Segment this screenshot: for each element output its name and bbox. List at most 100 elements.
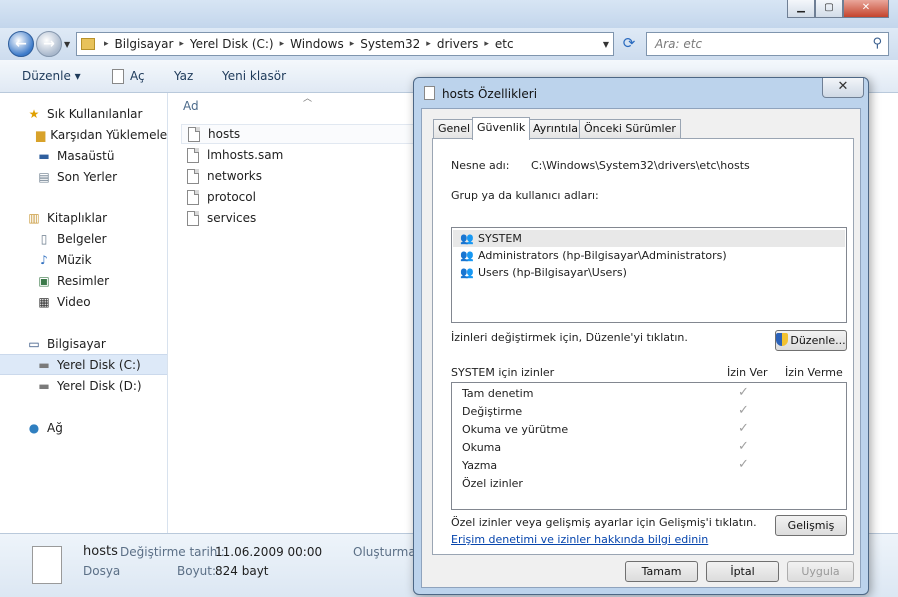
nav-desktop[interactable]: ▬ Masaüstü: [0, 145, 167, 166]
user-row-administrators[interactable]: 👥 Administrators (hp-Bilgisayar\Administr…: [453, 247, 845, 264]
cancel-button[interactable]: İptal: [706, 561, 779, 582]
print-button[interactable]: Yaz: [174, 69, 193, 83]
breadcrumb-separator[interactable]: ▸: [347, 39, 358, 49]
file-icon: [424, 86, 435, 100]
security-tab-panel: Nesne adı: C:\Windows\System32\drivers\e…: [432, 138, 854, 555]
file-item[interactable]: networks: [181, 166, 421, 186]
user-row-users[interactable]: 👥 Users (hp-Bilgisayar\Users): [453, 264, 845, 281]
permissions-list[interactable]: Tam denetim ✓ Değiştirme ✓ Okuma ve yürü…: [451, 382, 847, 510]
maximize-button[interactable]: ▢: [815, 0, 843, 18]
breadcrumb-separator[interactable]: ▸: [481, 39, 492, 49]
open-button[interactable]: Aç: [130, 69, 145, 83]
permission-name: Özel izinler: [462, 477, 523, 490]
breadcrumb-drive-c[interactable]: Yerel Disk (C:): [187, 37, 277, 51]
nav-computer[interactable]: ▭ Bilgisayar: [0, 333, 167, 354]
back-button[interactable]: ←: [8, 31, 34, 57]
permission-row: Tam denetim ✓: [452, 385, 846, 403]
breadcrumb-separator[interactable]: ▸: [277, 39, 288, 49]
close-button[interactable]: ✕: [843, 0, 889, 18]
file-item[interactable]: protocol: [181, 187, 421, 207]
ok-button[interactable]: Tamam: [625, 561, 698, 582]
organize-button[interactable]: Düzenle ▾: [22, 69, 81, 83]
details-size-value: 824 bayt: [215, 564, 269, 578]
explorer-titlebar: ▁ ▢ ✕: [0, 0, 898, 28]
nav-drive-c[interactable]: ▬ Yerel Disk (C:): [0, 354, 167, 375]
refresh-icon[interactable]: ⟳: [618, 34, 640, 54]
nav-label: Belgeler: [57, 231, 107, 246]
downloads-folder-icon: ▆: [36, 127, 46, 142]
file-name: hosts: [208, 127, 241, 141]
permission-name: Yazma: [462, 459, 498, 472]
details-created-label: Oluşturma: [353, 545, 416, 559]
breadcrumb-separator[interactable]: ▸: [101, 39, 112, 49]
breadcrumb-separator[interactable]: ▸: [423, 39, 434, 49]
allow-column-header: İzin Ver: [727, 366, 768, 379]
dialog-body: Genel Güvenlik Ayrıntılar Önceki Sürümle…: [421, 108, 861, 588]
column-header-name[interactable]: Ad: [183, 99, 199, 113]
back-arrow-icon: ←: [15, 36, 27, 52]
music-icon: ♪: [40, 252, 48, 267]
permission-name: Okuma: [462, 441, 502, 454]
minimize-button[interactable]: ▁: [787, 0, 815, 18]
permission-row: Okuma ✓: [452, 439, 846, 457]
users-icon: 👥: [460, 231, 474, 245]
documents-icon: ▯: [40, 231, 48, 246]
breadcrumb-drivers[interactable]: drivers: [434, 37, 482, 51]
tab-general[interactable]: Genel: [433, 119, 476, 138]
recent-pages-dropdown[interactable]: ▼: [64, 40, 70, 49]
user-list[interactable]: 👥 SYSTEM 👥 Administrators (hp-Bilgisayar\A…: [451, 227, 847, 323]
forward-button[interactable]: →: [36, 31, 62, 57]
nav-video[interactable]: ▦ Video: [0, 291, 167, 312]
nav-favorites[interactable]: ★ Sık Kullanılanlar: [0, 103, 167, 124]
navigation-pane: ★ Sık Kullanılanlar ▆ Karşıdan Yüklemeler …: [0, 93, 168, 533]
breadcrumb-etc[interactable]: etc: [492, 37, 517, 51]
nav-label: Ağ: [47, 420, 63, 435]
nav-label: Resimler: [57, 273, 110, 288]
search-input[interactable]: Ara: etc ⚲: [646, 32, 889, 56]
forward-arrow-icon: →: [43, 36, 55, 52]
user-name: Administrators (hp-Bilgisayar\Administra…: [478, 249, 727, 262]
nav-label: Masaüstü: [57, 148, 115, 163]
apply-button[interactable]: Uygula: [787, 561, 854, 582]
dialog-close-button[interactable]: ✕: [822, 78, 864, 98]
edit-permissions-button[interactable]: Düzenle...: [775, 330, 847, 351]
breadcrumb-separator[interactable]: ▸: [176, 39, 187, 49]
advanced-button[interactable]: Gelişmiş: [775, 515, 847, 536]
new-folder-button[interactable]: Yeni klasör: [222, 69, 286, 83]
breadcrumb-windows[interactable]: Windows: [287, 37, 347, 51]
nav-label: Sık Kullanılanlar: [47, 106, 143, 121]
search-icon[interactable]: ⚲: [872, 36, 882, 51]
nav-pictures[interactable]: ▣ Resimler: [0, 270, 167, 291]
recent-places-icon: ▤: [38, 169, 50, 184]
address-toolbar: ← → ▼ ▸ Bilgisayar ▸ Yerel Disk (C:) ▸ W…: [0, 28, 898, 60]
dialog-title: hosts Özellikleri: [442, 87, 538, 101]
file-icon: [187, 147, 199, 163]
permissions-for-label: SYSTEM için izinler: [451, 366, 555, 379]
nav-music[interactable]: ♪ Müzik: [0, 249, 167, 270]
nav-documents[interactable]: ▯ Belgeler: [0, 228, 167, 249]
file-item[interactable]: hosts: [181, 124, 421, 144]
edit-button-label: Düzenle...: [790, 334, 846, 347]
address-bar[interactable]: ▸ Bilgisayar ▸ Yerel Disk (C:) ▸ Windows…: [76, 32, 614, 56]
file-icon: [187, 210, 199, 226]
access-control-help-link[interactable]: Erişim denetimi ve izinler hakkında bilg…: [451, 533, 708, 546]
nav-label: Yerel Disk (C:): [57, 357, 141, 372]
tab-previous-versions[interactable]: Önceki Sürümler: [579, 119, 681, 138]
user-row-system[interactable]: 👥 SYSTEM: [453, 230, 845, 247]
nav-label: Müzik: [57, 252, 92, 267]
nav-libraries[interactable]: ▥ Kitaplıklar: [0, 207, 167, 228]
allow-check-icon: ✓: [738, 403, 749, 418]
nav-recent[interactable]: ▤ Son Yerler: [0, 166, 167, 187]
nav-drive-d[interactable]: ▬ Yerel Disk (D:): [0, 375, 167, 396]
breadcrumb-system32[interactable]: System32: [357, 37, 423, 51]
desktop-icon: ▬: [38, 148, 50, 163]
file-item[interactable]: lmhosts.sam: [181, 145, 421, 165]
tab-security[interactable]: Güvenlik: [472, 117, 531, 140]
breadcrumb-computer[interactable]: Bilgisayar: [112, 37, 177, 51]
network-icon: ●: [28, 420, 40, 435]
nav-downloads[interactable]: ▆ Karşıdan Yüklemeler: [0, 124, 167, 145]
file-item[interactable]: services: [181, 208, 421, 228]
address-dropdown-icon[interactable]: ▼: [603, 40, 609, 49]
dialog-titlebar[interactable]: hosts Özellikleri ✕: [414, 78, 868, 108]
nav-network[interactable]: ● Ağ: [0, 417, 167, 438]
